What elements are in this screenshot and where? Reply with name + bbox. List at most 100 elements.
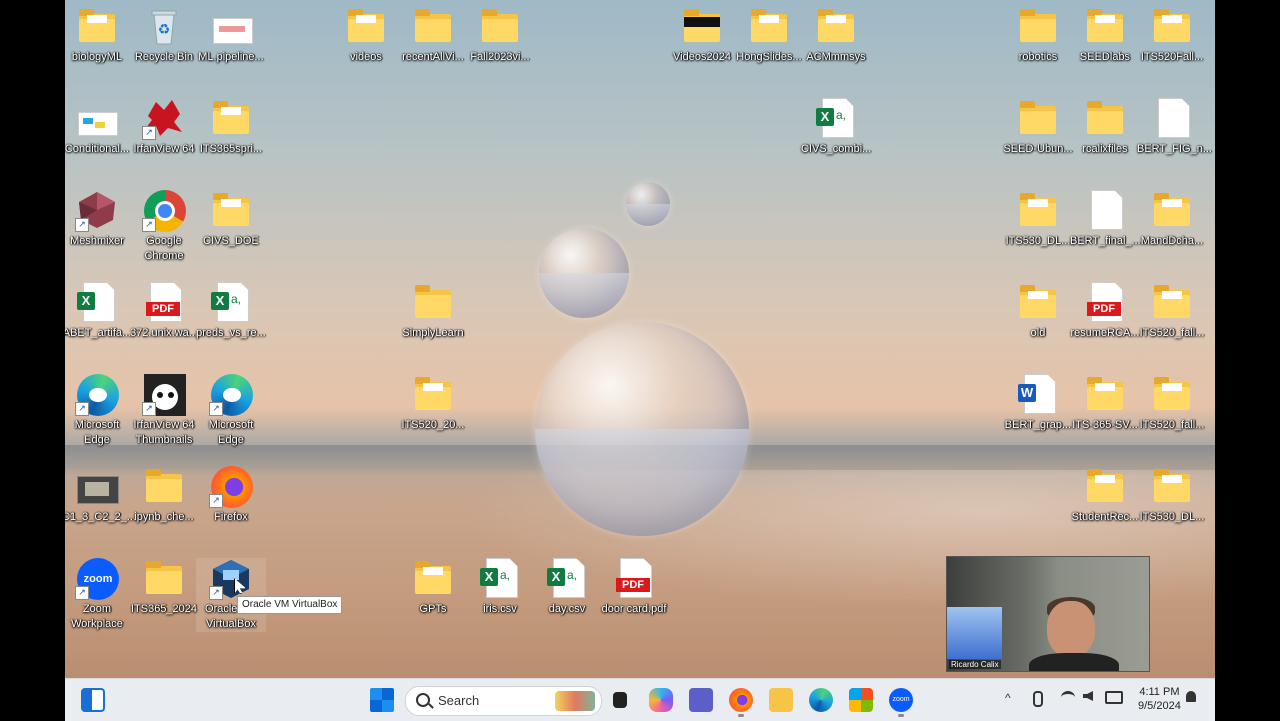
- desktop-icon-meshmixer[interactable]: ↗ Meshmixer: [65, 190, 132, 249]
- desktop-icon-door-card[interactable]: PDF door card.pdf: [599, 558, 669, 617]
- excel-file-icon: Xa,: [209, 282, 253, 322]
- image-file-icon: [75, 98, 119, 138]
- desktop-icon-ml-pipeline[interactable]: ML.pipeline...: [196, 6, 266, 65]
- letterbox-right: [1215, 0, 1280, 720]
- desktop-icon-biologyml[interactable]: biologyML: [65, 6, 132, 65]
- desktop-icon-mandcha[interactable]: MandDcha...: [1137, 190, 1207, 249]
- desktop-icon-fall2023[interactable]: Fall2023vi...: [465, 6, 535, 65]
- desktop-icon-its520-fall-top[interactable]: ITS520Fall...: [1137, 6, 1207, 65]
- desktop-icon-iris-csv[interactable]: Xa, iris.csv: [465, 558, 535, 617]
- desktop-icon-simplylearn[interactable]: SimplyLearn: [398, 282, 468, 341]
- folder-icon: [1150, 374, 1194, 414]
- meshmixer-icon: ↗: [75, 190, 119, 232]
- desktop-icon-gpts[interactable]: GPTs: [398, 558, 468, 617]
- edge-icon: ↗: [209, 374, 253, 416]
- file-explorer-icon[interactable]: [769, 688, 793, 712]
- desktop-icon-student-rec[interactable]: StudentRec...: [1070, 466, 1140, 525]
- wifi-icon[interactable]: [1061, 691, 1075, 704]
- folder-icon: [411, 282, 455, 322]
- desktop-icon-its520-fall-low[interactable]: ITS520_fall...: [1137, 374, 1207, 433]
- folder-icon: [142, 558, 186, 598]
- folder-icon: [75, 6, 119, 46]
- folder-icon: [1150, 190, 1194, 230]
- folder-icon: [814, 6, 858, 46]
- document-file-icon: [1150, 98, 1194, 138]
- clock[interactable]: 4:11 PM 9/5/2024: [1138, 685, 1181, 713]
- folder-icon: [1150, 282, 1194, 322]
- firefox-taskbar-icon[interactable]: [729, 688, 753, 712]
- desktop-icon-videos[interactable]: videos: [331, 6, 401, 65]
- desktop-icon-its520-20[interactable]: ITS520_20...: [398, 374, 468, 433]
- folder-icon: [344, 6, 388, 46]
- folder-icon: [478, 6, 522, 46]
- zoom-running-indicator: [898, 714, 904, 717]
- desktop-icon-its365-sv[interactable]: ITS-365-SV...: [1070, 374, 1140, 433]
- desktop-icon-recent-all[interactable]: recentAllVi...: [398, 6, 468, 65]
- search-box[interactable]: Search: [405, 686, 602, 716]
- tray-chevron-icon[interactable]: ^: [1005, 691, 1011, 705]
- webcam-overlay: Ricardo Calix: [946, 556, 1150, 672]
- desktop-icon-irfanview64[interactable]: ↗ IrfanView 64: [129, 98, 199, 157]
- desktop-icon-acm-mmsys[interactable]: ACMmmsys: [801, 6, 871, 65]
- desktop-icon-its530-dl-top[interactable]: ITS530_DL...: [1003, 190, 1073, 249]
- desktop-icon-its365-spri[interactable]: ITS365spri...: [196, 98, 266, 157]
- desktop-icon-bert-final[interactable]: BERT_final_...: [1070, 190, 1141, 249]
- zoom-taskbar-icon[interactable]: zoom: [889, 688, 913, 712]
- desktop-icon-its520-fall-mid[interactable]: ITS520_fall...: [1137, 282, 1207, 341]
- desktop-icon-bert-grap[interactable]: W BERT_grap...: [1003, 374, 1073, 433]
- task-view-icon[interactable]: [613, 692, 627, 708]
- desktop-icon-abet[interactable]: X ABET_artifa...: [65, 282, 132, 341]
- desktop-icon-seedlabs[interactable]: SEEDlabs: [1070, 6, 1140, 65]
- widgets-icon[interactable]: [81, 688, 105, 712]
- edge-taskbar-icon[interactable]: [809, 688, 833, 712]
- desktop-icon-its365-2024[interactable]: ITS365_2024: [129, 558, 199, 617]
- desktop-icon-resume-rca[interactable]: PDF resumeRCA...: [1070, 282, 1140, 341]
- desktop-icon-zoom-workplace[interactable]: zoom ↗ Zoom Workplace: [65, 558, 132, 632]
- desktop-icon-rcalixfiles[interactable]: rcalixfiles: [1070, 98, 1140, 157]
- desktop-icon-ms-edge-1[interactable]: ↗ Microsoft Edge: [65, 374, 132, 448]
- desktop-icon-irfanview-thumbs[interactable]: ↗ IrfanView 64 Thumbnails: [129, 374, 199, 448]
- desktop-icon-ipynb-che[interactable]: ipynb_che...: [129, 466, 199, 525]
- folder-icon: [747, 6, 791, 46]
- desktop-icon-google-chrome[interactable]: ↗ Google Chrome: [129, 190, 199, 264]
- pdf-file-icon: PDF: [1083, 282, 1127, 322]
- folder-icon: [411, 558, 455, 598]
- desktop-icon-preds-vs[interactable]: Xa, preds_vs_re...: [196, 282, 266, 341]
- desktop-icon-hong-slides[interactable]: HongSlides...: [734, 6, 804, 65]
- desktop-icon-civs-doe[interactable]: CIVS_DOE: [196, 190, 266, 249]
- folder-icon: [1016, 190, 1060, 230]
- battery-icon[interactable]: [1105, 691, 1123, 704]
- desktop-icon-ms-edge-2[interactable]: ↗ Microsoft Edge: [196, 374, 266, 448]
- desktop-icon-bert-fig[interactable]: BERT_FIG_n...: [1137, 98, 1212, 157]
- copilot-icon[interactable]: [649, 688, 673, 712]
- desktop-icon-oracle-vm[interactable]: ↗ Oracle VM VirtualBox: [196, 558, 266, 632]
- document-file-icon: [1083, 190, 1127, 230]
- desktop-icon-c1-3-c2[interactable]: C1_3_C2_2_...: [65, 466, 136, 525]
- desktop-icon-unix-pdf[interactable]: PDF 372.unix.wa...: [129, 282, 199, 341]
- search-placeholder: Search: [438, 693, 480, 708]
- teams-icon[interactable]: [689, 688, 713, 712]
- microsoft-store-icon[interactable]: [849, 688, 873, 712]
- volume-icon[interactable]: [1083, 691, 1093, 701]
- desktop-icon-robotics[interactable]: robotics: [1003, 6, 1073, 65]
- desktop-icon-its530-dl-low[interactable]: ITS530_DL...: [1137, 466, 1207, 525]
- zoom-icon: zoom ↗: [75, 558, 119, 600]
- desktop-icon-day-csv[interactable]: Xa, day.csv: [532, 558, 602, 617]
- desktop-icon-old[interactable]: old: [1003, 282, 1073, 341]
- desktop-icon-firefox[interactable]: ↗ Firefox: [196, 466, 266, 525]
- desktop-icon-videos2024[interactable]: Videos2024: [667, 6, 737, 65]
- notification-bell-icon[interactable]: [1186, 691, 1196, 702]
- clock-time: 4:11 PM: [1139, 686, 1180, 698]
- start-windows-icon[interactable]: [370, 688, 394, 712]
- webcam-name-label: Ricardo Calix: [949, 660, 1001, 669]
- desktop-icon-civs-combi[interactable]: Xa, CIVS_combi...: [801, 98, 871, 157]
- microphone-icon[interactable]: [1033, 691, 1043, 707]
- desktop-icon-conditional[interactable]: Conditional...: [65, 98, 132, 157]
- pdf-file-icon: PDF: [142, 282, 186, 322]
- folder-icon: [1083, 6, 1127, 46]
- folder-icon: [411, 6, 455, 46]
- desktop-icon-seed-ubun[interactable]: SEED-Ubun...: [1003, 98, 1073, 157]
- desktop-icon-recycle-bin[interactable]: ♻ Recycle Bin: [129, 6, 199, 65]
- virtualbox-icon: ↗: [209, 558, 253, 600]
- clock-date: 9/5/2024: [1138, 700, 1181, 712]
